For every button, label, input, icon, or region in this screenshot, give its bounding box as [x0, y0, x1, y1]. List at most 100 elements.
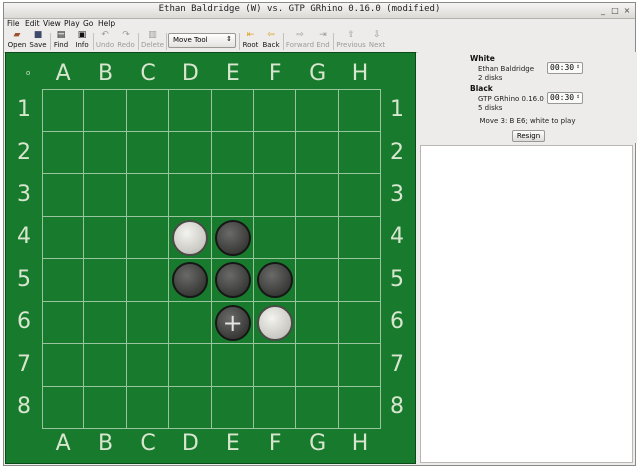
board-cell-f2[interactable]	[253, 131, 297, 174]
board-cell-c8[interactable]	[126, 386, 170, 429]
board-cell-g7[interactable]	[296, 344, 339, 387]
board-cell-g5[interactable]	[296, 259, 339, 302]
board-cell-h1[interactable]	[338, 89, 381, 132]
menu-view[interactable]: View	[43, 19, 61, 28]
maximize-icon[interactable]: □	[610, 6, 620, 16]
board-cell-a6[interactable]	[42, 301, 85, 344]
delete-button[interactable]: ▥ Delete	[140, 30, 165, 52]
board-cell-b2[interactable]	[84, 131, 127, 174]
board-cell-a1[interactable]	[42, 89, 85, 132]
board-cell-c4[interactable]	[126, 216, 170, 259]
toolbar-separator	[333, 33, 334, 50]
board-cell-a2[interactable]	[42, 131, 85, 174]
board-cell-f3[interactable]	[253, 174, 297, 217]
board-cell-f1[interactable]	[253, 89, 297, 132]
board-cell-h3[interactable]	[338, 174, 381, 217]
minimize-icon[interactable]: _	[598, 6, 608, 16]
board-cell-c7[interactable]	[126, 344, 170, 387]
board-cell-b3[interactable]	[84, 174, 127, 217]
board-cell-g2[interactable]	[296, 131, 339, 174]
info-button[interactable]: ▣ Info	[73, 30, 91, 52]
end-button[interactable]: ⇥ End	[315, 30, 331, 52]
back-button[interactable]: ⇦ Back	[261, 30, 281, 52]
undo-label: Undo	[95, 41, 115, 49]
board-cell-h5[interactable]	[338, 259, 381, 302]
open-button[interactable]: ▰ Open	[7, 30, 27, 52]
menu-edit[interactable]: Edit	[25, 19, 40, 28]
comment-pane[interactable]	[420, 145, 633, 463]
white-disc-f6	[257, 304, 294, 341]
board-cell-b1[interactable]	[84, 89, 127, 132]
game-board[interactable]: o + AABBCCDDEEFFGGHH1122334455667788	[5, 52, 416, 464]
menu-go[interactable]: Go	[83, 19, 93, 28]
board-cell-e2[interactable]	[211, 131, 254, 174]
board-cell-a3[interactable]	[42, 174, 85, 217]
save-button[interactable]: ■ Save	[28, 30, 48, 52]
board-cell-f7[interactable]	[253, 344, 297, 387]
board-grid[interactable]: +	[42, 89, 381, 429]
title-bar[interactable]: Ethan Baldridge (W) vs. GTP GRhino 0.16.…	[4, 3, 635, 19]
white-disk-count: 2 disks	[478, 74, 503, 82]
board-cell-c2[interactable]	[126, 131, 170, 174]
board-cell-e3[interactable]	[211, 174, 254, 217]
column-label-g: G	[309, 431, 327, 456]
board-cell-c5[interactable]	[126, 259, 170, 302]
row-label-7: 7	[390, 351, 404, 377]
board-cell-f4[interactable]	[253, 216, 297, 259]
redo-button[interactable]: ↷ Redo	[116, 30, 136, 52]
board-cell-b7[interactable]	[84, 344, 127, 387]
board-cell-g4[interactable]	[296, 216, 339, 259]
board-cell-d7[interactable]	[169, 344, 212, 387]
clock-spin-icon: ⇕	[576, 63, 580, 70]
board-cell-h7[interactable]	[338, 344, 381, 387]
row-label-3: 3	[390, 182, 404, 207]
row-label-5: 5	[390, 266, 404, 292]
board-cell-b8[interactable]	[84, 386, 127, 429]
find-button[interactable]: ▤ Find	[52, 30, 70, 52]
root-button[interactable]: ⇤ Root	[241, 30, 260, 52]
board-cell-a5[interactable]	[42, 259, 85, 302]
board-cell-e1[interactable]	[211, 89, 254, 132]
board-cell-d1[interactable]	[169, 89, 212, 132]
board-cell-b4[interactable]	[84, 216, 127, 259]
board-cell-a7[interactable]	[42, 344, 85, 387]
board-cell-d6[interactable]	[169, 301, 212, 344]
white-disc-d4	[172, 219, 209, 256]
board-cell-c1[interactable]	[126, 89, 170, 132]
column-label-h: H	[351, 61, 369, 86]
board-cell-h8[interactable]	[338, 386, 381, 429]
column-label-a: A	[55, 431, 71, 456]
board-cell-g8[interactable]	[296, 386, 339, 429]
board-cell-a8[interactable]	[42, 386, 85, 429]
board-cell-g6[interactable]	[296, 301, 339, 344]
board-cell-c6[interactable]	[126, 301, 170, 344]
board-cell-b5[interactable]	[84, 259, 127, 302]
board-cell-d2[interactable]	[169, 131, 212, 174]
forward-button[interactable]: ⇨ Forward	[285, 30, 315, 52]
next-button[interactable]: ⇩ Next	[367, 30, 387, 52]
board-cell-g3[interactable]	[296, 174, 339, 217]
resign-button[interactable]: Resign	[512, 130, 545, 142]
board-cell-h2[interactable]	[338, 131, 381, 174]
board-cell-g1[interactable]	[296, 89, 339, 132]
board-cell-h4[interactable]	[338, 216, 381, 259]
board-cell-a4[interactable]	[42, 216, 85, 259]
close-icon[interactable]: ×	[622, 6, 632, 16]
clock-spin-icon: ⇕	[576, 93, 580, 100]
board-cell-h6[interactable]	[338, 301, 381, 344]
menu-help[interactable]: Help	[98, 19, 115, 28]
board-cell-c3[interactable]	[126, 174, 170, 217]
previous-button[interactable]: ⇧ Previous	[335, 30, 367, 52]
board-cell-e7[interactable]	[211, 344, 254, 387]
column-label-b: B	[98, 61, 114, 86]
tool-select[interactable]: Move Tool ⇕	[168, 33, 236, 48]
menu-play[interactable]: Play	[64, 19, 80, 28]
board-cell-d3[interactable]	[169, 174, 212, 217]
board-cell-b6[interactable]	[84, 301, 127, 344]
board-cell-d8[interactable]	[169, 386, 212, 429]
board-cell-f8[interactable]	[253, 386, 297, 429]
row-label-6: 6	[390, 309, 404, 335]
undo-button[interactable]: ↶ Undo	[95, 30, 115, 52]
menu-file[interactable]: File	[7, 19, 20, 28]
board-cell-e8[interactable]	[211, 386, 254, 429]
